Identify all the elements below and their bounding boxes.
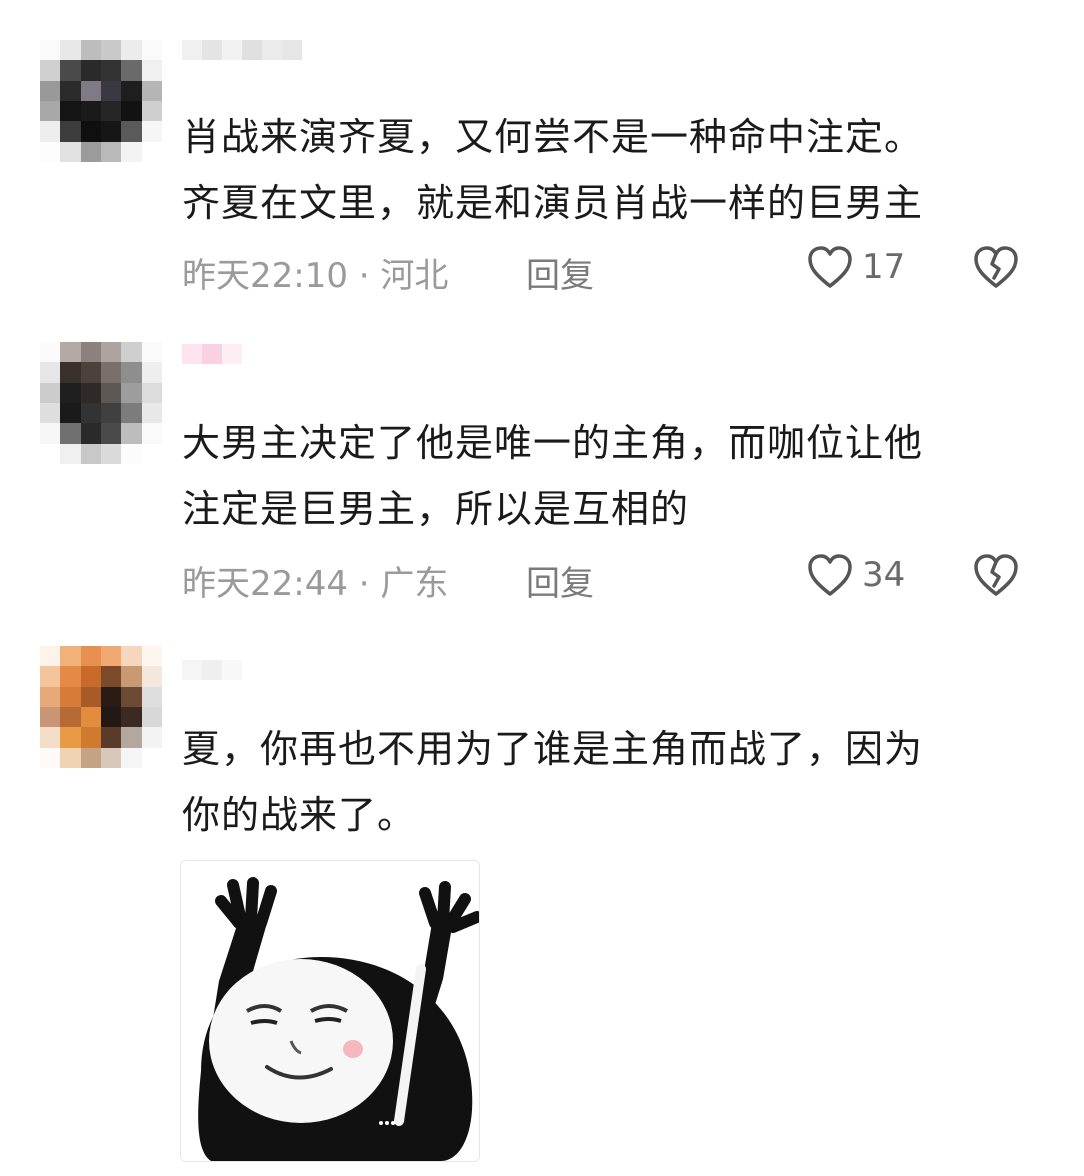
broken-heart-icon [974, 246, 1018, 288]
comment-text-line: 你的战来了。 [182, 793, 417, 837]
avatar[interactable] [40, 646, 162, 768]
like-count: 34 [862, 555, 906, 595]
username-blurred[interactable] [182, 660, 242, 700]
dislike-button[interactable] [972, 552, 1020, 607]
broken-heart-icon [974, 554, 1018, 596]
timestamp-location: 昨天22:10 · 河北 [182, 256, 449, 296]
meme-sticker-image[interactable] [180, 860, 480, 1162]
username-blurred[interactable] [182, 40, 302, 80]
heart-outline-icon [808, 554, 852, 596]
comment-text-line: 肖战来演齐夏，又何尝不是一种命中注定。 [182, 115, 924, 159]
like-count: 17 [862, 247, 906, 287]
comment-text-line: 注定是巨男主，所以是互相的 [182, 487, 690, 531]
comment-text: 夏，你再也不用为了谁是主角而战了，因为 你的战来了。 [182, 716, 1052, 848]
reply-button[interactable]: 回复 [526, 248, 594, 297]
heart-outline-icon [808, 246, 852, 288]
username-blurred[interactable] [182, 344, 242, 384]
comment-meta: 昨天22:10 · 河北 回复 17 [182, 240, 1042, 296]
comment-text-line: 齐夏在文里，就是和演员肖战一样的巨男主 [182, 181, 924, 225]
comment-text: 大男主决定了他是唯一的主角，而咖位让他 注定是巨男主，所以是互相的 [182, 410, 1052, 542]
comment-text-line: 夏，你再也不用为了谁是主角而战了，因为 [182, 727, 924, 771]
meme-cartoon-figure [181, 861, 479, 1161]
avatar[interactable] [40, 342, 162, 464]
comment-text-line: 大男主决定了他是唯一的主角，而咖位让他 [182, 421, 924, 465]
like-button[interactable]: 17 [806, 244, 905, 290]
comment-meta: 昨天22:44 · 广东 回复 34 [182, 548, 1042, 604]
avatar[interactable] [40, 40, 162, 162]
comment-text: 肖战来演齐夏，又何尝不是一种命中注定。 齐夏在文里，就是和演员肖战一样的巨男主 [182, 104, 1052, 236]
timestamp-location: 昨天22:44 · 广东 [182, 564, 449, 604]
dislike-button[interactable] [972, 244, 1020, 299]
like-button[interactable]: 34 [806, 552, 905, 598]
reply-button[interactable]: 回复 [526, 556, 594, 605]
